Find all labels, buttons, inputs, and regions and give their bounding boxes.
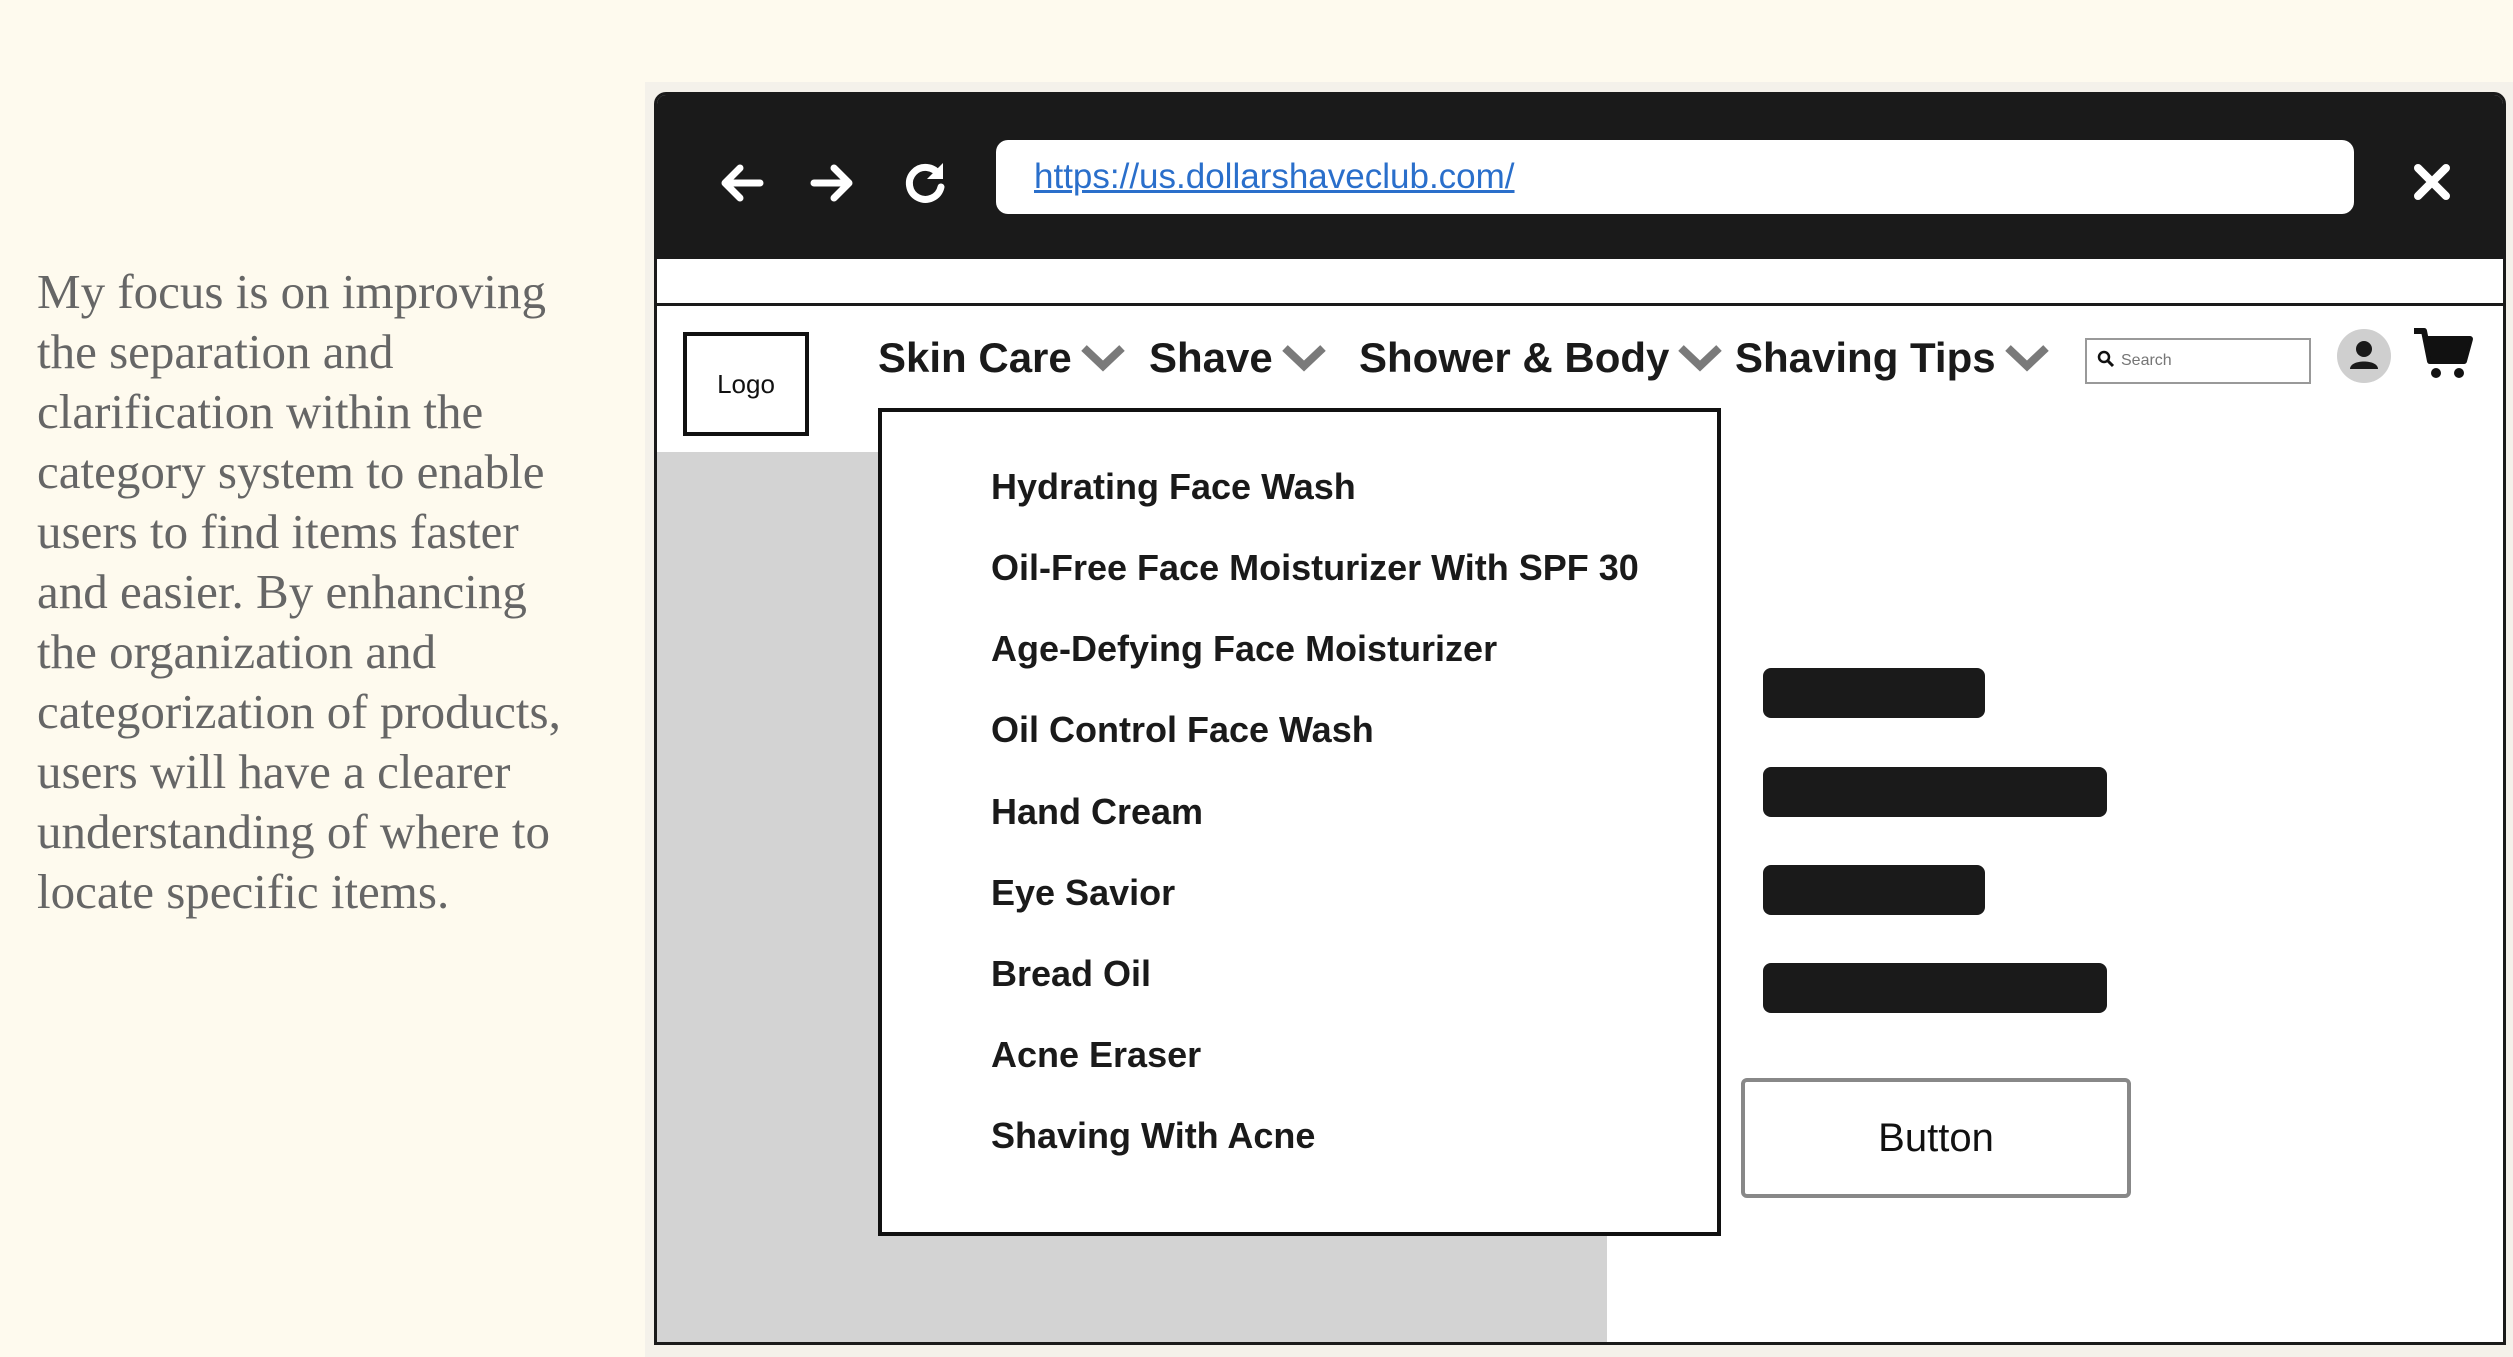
close-icon[interactable] xyxy=(2402,152,2462,212)
reload-icon[interactable] xyxy=(895,153,955,213)
text-placeholder-bar xyxy=(1763,865,1985,915)
chevron-down-icon xyxy=(1273,334,1327,382)
dropdown-item[interactable]: Oil-Free Face Moisturizer With SPF 30 xyxy=(991,547,1639,589)
search-box[interactable] xyxy=(2085,338,2311,384)
user-icon[interactable] xyxy=(2335,327,2393,385)
address-bar[interactable]: https://us.dollarshaveclub.com/ xyxy=(996,140,2354,214)
arrow-left-icon[interactable] xyxy=(712,153,772,213)
chevron-down-icon xyxy=(1072,334,1126,382)
dropdown-item[interactable]: Hydrating Face Wash xyxy=(991,466,1356,508)
browser-toolbar: https://us.dollarshaveclub.com/ xyxy=(657,95,2503,259)
nav-label: Skin Care xyxy=(878,334,1072,381)
dropdown-item[interactable]: Bread Oil xyxy=(991,953,1151,995)
dropdown-item[interactable]: Age-Defying Face Moisturizer xyxy=(991,628,1497,670)
nav-shave[interactable]: Shave xyxy=(1149,330,1327,386)
chevron-down-icon xyxy=(1996,334,2050,382)
text-placeholder-bar xyxy=(1763,963,2107,1013)
nav-label: Shave xyxy=(1149,334,1273,381)
skin-care-dropdown: Hydrating Face Wash Oil-Free Face Moistu… xyxy=(878,408,1721,1236)
nav-label: Shaving Tips xyxy=(1735,334,1996,381)
description-text: My focus is on improving the separation … xyxy=(37,264,561,919)
text-placeholder-bar xyxy=(1763,668,1985,718)
dropdown-item[interactable]: Shaving With Acne xyxy=(991,1115,1315,1157)
dropdown-item[interactable]: Eye Savior xyxy=(991,872,1175,914)
dropdown-item[interactable]: Acne Eraser xyxy=(991,1034,1201,1076)
browser-window: https://us.dollarshaveclub.com/ Logo Ski… xyxy=(654,92,2506,1345)
text-placeholder-bar xyxy=(1763,767,2107,817)
url-link[interactable]: https://us.dollarshaveclub.com/ xyxy=(1034,157,1515,197)
dropdown-item[interactable]: Oil Control Face Wash xyxy=(991,709,1374,751)
arrow-right-icon[interactable] xyxy=(802,153,862,213)
search-icon xyxy=(2097,350,2115,373)
cta-button[interactable]: Button xyxy=(1741,1078,2131,1198)
chevron-down-icon xyxy=(1669,334,1723,382)
dropdown-item[interactable]: Hand Cream xyxy=(991,791,1203,833)
bookmark-bar xyxy=(657,259,2503,306)
nav-skin-care[interactable]: Skin Care xyxy=(878,330,1126,386)
search-input[interactable] xyxy=(2121,352,2301,370)
nav-shaving-tips[interactable]: Shaving Tips xyxy=(1735,330,2050,386)
nav-shower-body[interactable]: Shower & Body xyxy=(1359,330,1723,386)
cart-icon[interactable] xyxy=(2412,325,2474,381)
nav-label: Shower & Body xyxy=(1359,334,1670,381)
logo[interactable]: Logo xyxy=(683,332,809,436)
